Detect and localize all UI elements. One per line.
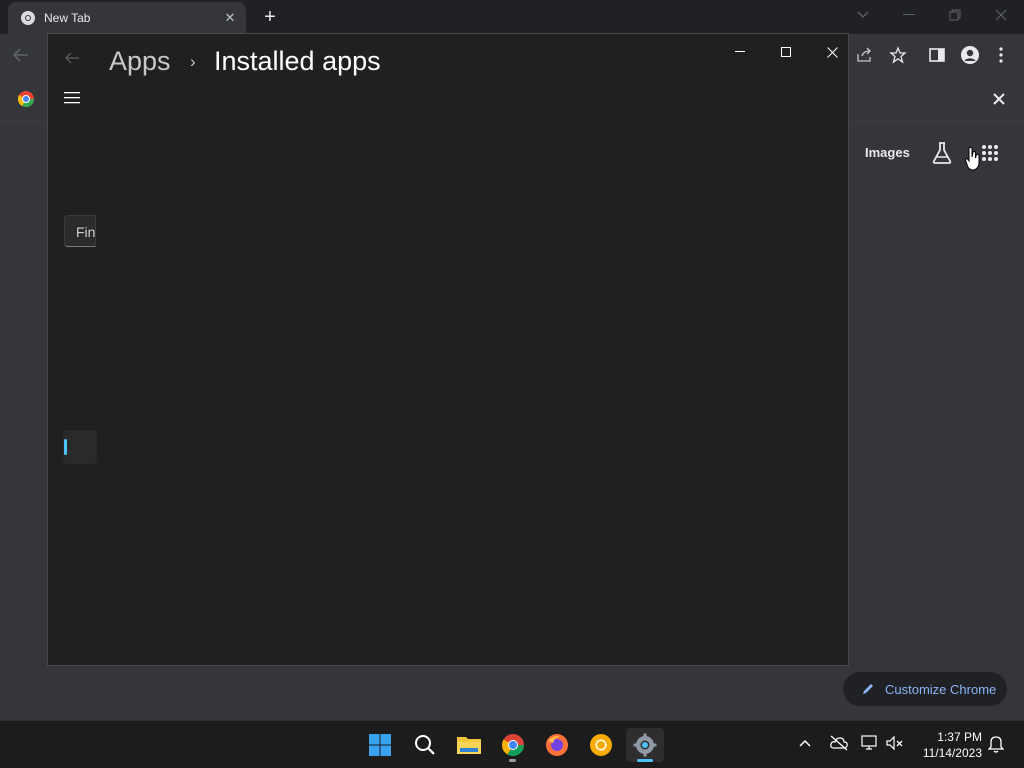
- chrome-running-indicator: [509, 759, 516, 762]
- clock-time[interactable]: 1:37 PM: [920, 730, 982, 744]
- settings-maximize-button[interactable]: [772, 42, 800, 62]
- firefox-icon[interactable]: [538, 728, 576, 762]
- chrome-icon[interactable]: [494, 728, 532, 762]
- google-apps-grid-icon[interactable]: [981, 144, 999, 162]
- search-icon[interactable]: [406, 728, 444, 762]
- infobar-close-icon[interactable]: [991, 91, 1007, 107]
- onedrive-offline-icon[interactable]: [829, 735, 849, 751]
- tab-close-icon[interactable]: ✕: [220, 8, 240, 28]
- pencil-icon: [863, 684, 873, 694]
- hamburger-menu-icon[interactable]: [64, 92, 80, 104]
- chrome-restore-button[interactable]: [932, 0, 978, 30]
- tab-search-chevron-icon[interactable]: [840, 0, 886, 30]
- nav-selected-indicator: [64, 439, 67, 455]
- customize-chrome-button[interactable]: Customize Chrome: [843, 672, 1007, 706]
- tab-title: New Tab: [44, 11, 91, 25]
- settings-back-arrow-icon[interactable]: [64, 50, 80, 66]
- back-arrow-icon[interactable]: [12, 46, 30, 64]
- file-explorer-icon[interactable]: [450, 728, 488, 762]
- volume-muted-icon[interactable]: [886, 735, 904, 751]
- chrome-canary-icon[interactable]: [582, 728, 620, 762]
- mouse-cursor-hand-icon: [964, 146, 982, 172]
- breadcrumb-apps[interactable]: Apps: [109, 46, 171, 77]
- notification-bell-icon[interactable]: [988, 735, 1004, 753]
- settings-search-input[interactable]: Find: [64, 215, 96, 247]
- chrome-tab-new-tab[interactable]: New Tab ✕: [8, 2, 246, 34]
- share-icon[interactable]: [856, 46, 874, 64]
- settings-icon[interactable]: [626, 728, 664, 762]
- profile-avatar-icon[interactable]: [960, 45, 980, 65]
- customize-chrome-label: Customize Chrome: [885, 681, 997, 697]
- breadcrumb-separator: ›: [190, 52, 196, 71]
- chrome-favicon-icon: [21, 11, 35, 25]
- settings-window: Apps › Installed apps Find: [47, 33, 849, 666]
- page-title: Installed apps: [214, 46, 381, 76]
- clock-date[interactable]: 11/14/2023: [912, 746, 982, 760]
- images-link[interactable]: Images: [865, 145, 910, 160]
- nav-item-apps[interactable]: [63, 430, 97, 464]
- settings-close-button[interactable]: [818, 42, 846, 62]
- chrome-minimize-button[interactable]: [886, 0, 932, 30]
- chrome-close-button[interactable]: [978, 0, 1024, 30]
- labs-flask-icon[interactable]: [931, 141, 953, 165]
- google-logo-icon: [17, 90, 35, 108]
- new-tab-button[interactable]: +: [258, 6, 282, 28]
- chrome-menu-icon[interactable]: [998, 47, 1004, 63]
- search-placeholder: Find: [76, 224, 96, 240]
- settings-active-indicator: [637, 759, 653, 762]
- side-panel-icon[interactable]: [928, 46, 946, 64]
- show-hidden-icons-chevron-icon[interactable]: [798, 738, 812, 748]
- bookmark-star-icon[interactable]: [889, 46, 907, 64]
- start-icon[interactable]: [361, 728, 399, 762]
- network-icon[interactable]: [861, 735, 879, 751]
- settings-minimize-button[interactable]: [726, 42, 754, 62]
